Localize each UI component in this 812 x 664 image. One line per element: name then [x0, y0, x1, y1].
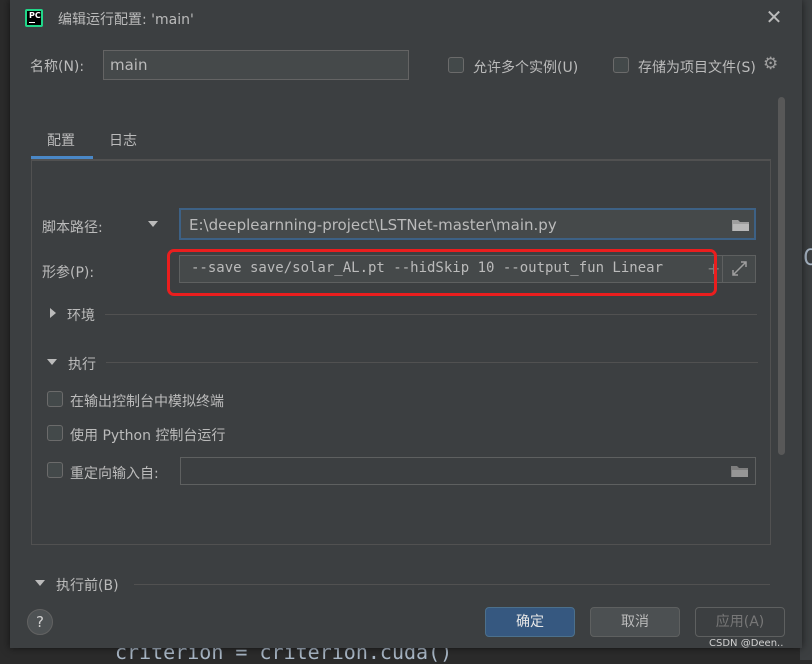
highlight-annotation	[167, 249, 717, 296]
allow-parallel-label: 允许多个实例(U)	[473, 60, 579, 76]
chevron-right-icon[interactable]	[50, 308, 56, 318]
python-console-label: 使用 Python 控制台运行	[70, 428, 226, 444]
store-as-project-checkbox[interactable]	[613, 57, 629, 73]
environment-divider	[105, 314, 757, 315]
dialog-title: 编辑运行配置: 'main'	[58, 12, 194, 28]
store-as-project-label: 存储为项目文件(S)	[638, 60, 756, 76]
name-label: 名称(N):	[30, 59, 85, 75]
python-console-checkbox[interactable]	[47, 425, 63, 441]
background-code-char: C	[803, 246, 812, 271]
name-input[interactable]: main	[103, 50, 409, 80]
emulate-terminal-checkbox[interactable]	[47, 391, 63, 407]
script-path-input[interactable]: E:\deeplearnning-project\LSTNet-master\m…	[179, 208, 756, 240]
execution-section-label[interactable]: 执行	[68, 354, 96, 374]
pycharm-app-icon: PC	[25, 9, 43, 27]
gear-icon[interactable]: ⚙	[763, 54, 778, 74]
chevron-down-icon[interactable]	[35, 580, 45, 586]
params-label: 形参(P):	[42, 265, 95, 281]
allow-parallel-checkbox[interactable]	[448, 57, 464, 73]
redirect-input-checkbox[interactable]	[47, 462, 63, 478]
watermark: CSDN @Deen..	[709, 638, 784, 649]
apply-button[interactable]: 应用(A)	[695, 607, 785, 637]
before-launch-section-label[interactable]: 执行前(B)	[56, 575, 119, 595]
tab-logs[interactable]: 日志	[109, 130, 137, 150]
tab-configuration[interactable]: 配置	[47, 130, 75, 150]
chevron-down-icon[interactable]	[47, 359, 57, 365]
expand-icon	[732, 261, 747, 276]
expand-field-button[interactable]	[722, 255, 756, 283]
cancel-button[interactable]: 取消	[590, 607, 680, 637]
scrollbar-thumb[interactable]	[778, 97, 785, 455]
redirect-input-field[interactable]	[180, 457, 756, 485]
script-path-label: 脚本路径:	[42, 220, 103, 236]
redirect-input-label: 重定向输入自:	[70, 466, 159, 482]
environment-section-label[interactable]: 环境	[67, 305, 95, 325]
run-configuration-dialog: PC 编辑运行配置: 'main' ✕ 名称(N): main 允许多个实例(U…	[10, 0, 802, 648]
chevron-down-icon[interactable]	[148, 221, 158, 227]
ok-button[interactable]: 确定	[485, 607, 575, 637]
folder-icon[interactable]	[732, 219, 750, 232]
execution-divider	[106, 362, 758, 363]
help-button[interactable]: ?	[27, 609, 53, 635]
folder-icon[interactable]	[731, 465, 749, 478]
script-path-value: E:\deeplearnning-project\LSTNet-master\m…	[189, 216, 557, 234]
emulate-terminal-label: 在输出控制台中模拟终端	[70, 394, 224, 410]
close-icon[interactable]: ✕	[763, 6, 785, 28]
before-launch-divider	[134, 584, 770, 585]
